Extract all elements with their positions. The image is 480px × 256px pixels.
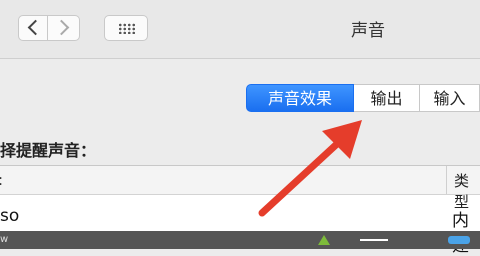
red-arrow-annotation bbox=[258, 120, 362, 217]
